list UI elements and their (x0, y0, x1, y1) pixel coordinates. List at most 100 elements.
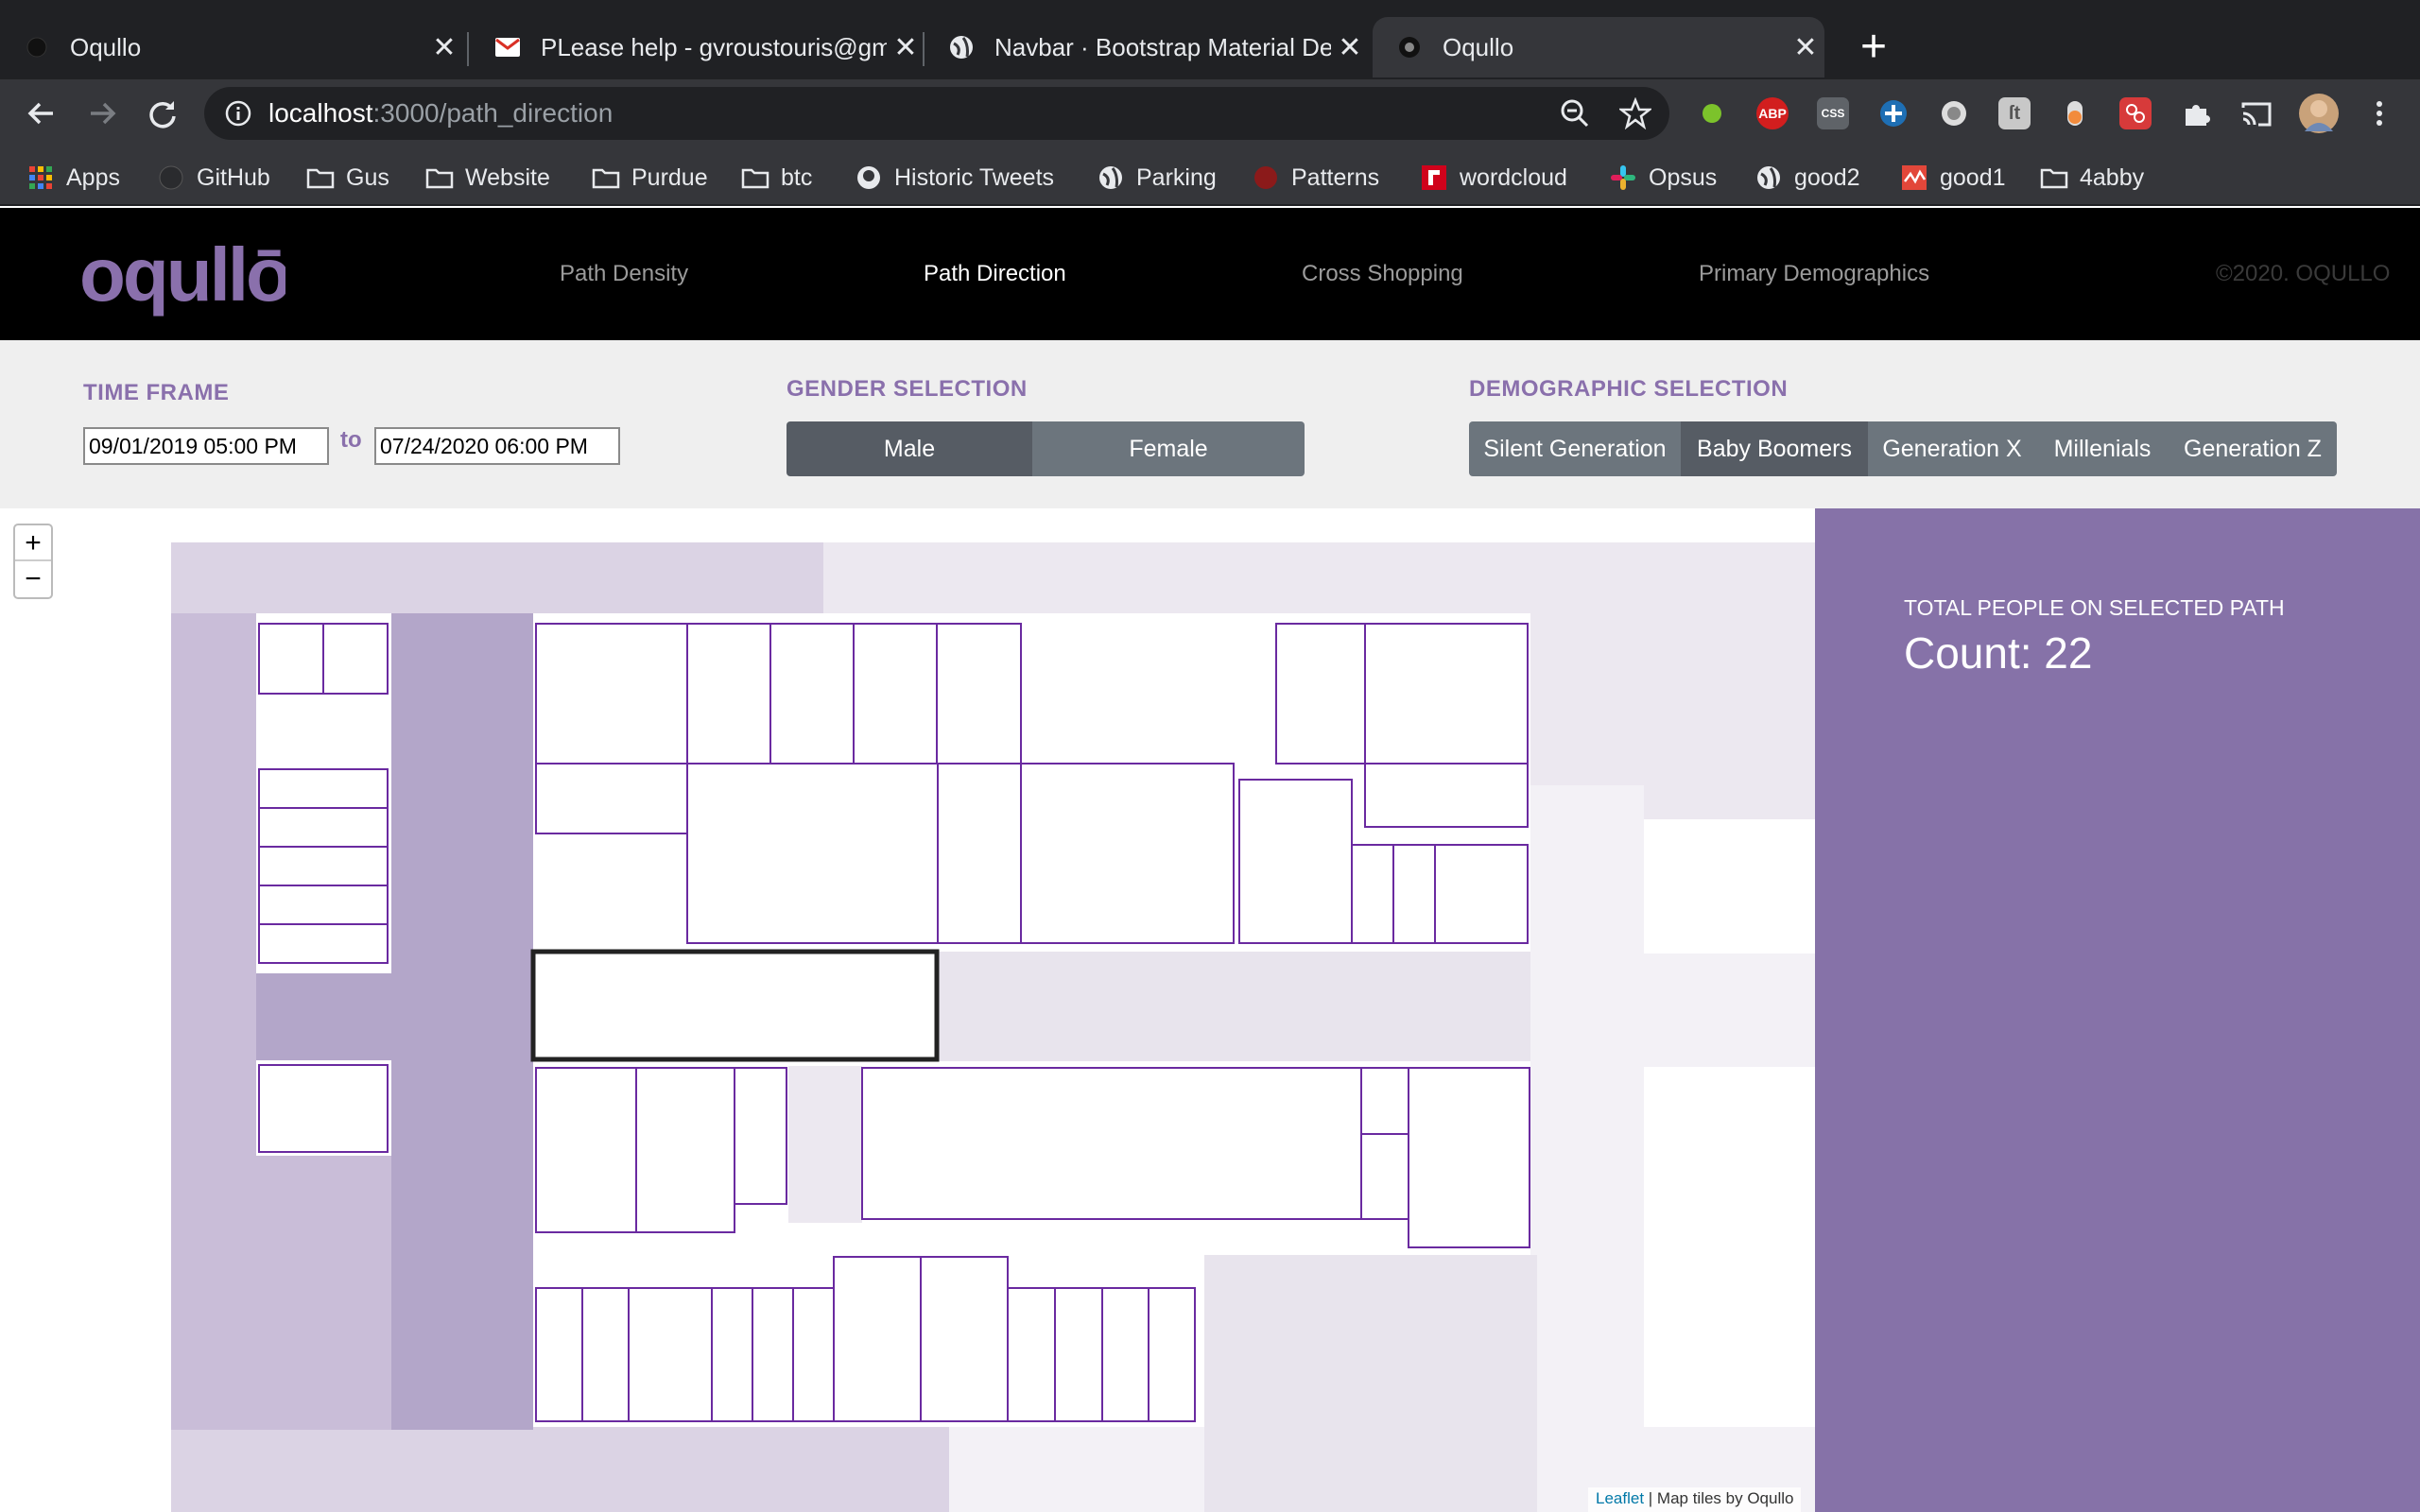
store-unit[interactable] (535, 1287, 583, 1422)
dropbox-icon[interactable] (1877, 97, 1910, 129)
close-tab-icon[interactable]: ✕ (887, 31, 925, 64)
bookmark-github[interactable]: GitHub (157, 159, 270, 197)
back-icon[interactable] (21, 93, 62, 134)
browser-tab[interactable]: Navbar · Bootstrap Material De ✕ (925, 17, 1369, 77)
store-unit[interactable] (792, 1287, 835, 1422)
store-unit[interactable] (258, 885, 389, 925)
store-unit[interactable] (1007, 1287, 1056, 1422)
bookmark-folder-4abby[interactable]: 4abby (2040, 159, 2144, 197)
store-unit[interactable] (258, 923, 389, 964)
bookmark-apps[interactable]: Apps (26, 159, 120, 197)
gender-female-button[interactable]: Female (1032, 421, 1305, 476)
nav-path-density[interactable]: Path Density (560, 261, 688, 287)
store-unit[interactable] (752, 1287, 794, 1422)
store-unit[interactable] (535, 1067, 637, 1233)
store-unit[interactable] (322, 623, 389, 695)
red-app-icon[interactable] (2119, 97, 2152, 129)
store-unit[interactable] (1360, 1067, 1409, 1135)
new-tab-button[interactable]: + (1847, 21, 1900, 74)
bookmark-star-icon[interactable] (1615, 93, 1656, 134)
bookmark-folder-gus[interactable]: Gus (306, 159, 389, 197)
url-text[interactable]: localhost:3000/path_direction (268, 98, 613, 129)
forward-icon[interactable] (81, 93, 123, 134)
nav-cross-shopping[interactable]: Cross Shopping (1302, 261, 1463, 287)
bookmark-folder-btc[interactable]: btc (741, 159, 812, 197)
store-unit[interactable] (734, 1067, 787, 1205)
end-date-input[interactable]: 07/24/2020 06:00 PM (374, 427, 620, 465)
store-unit[interactable] (258, 1064, 389, 1153)
browser-tab[interactable]: PLease help - gvroustouris@gm ✕ (471, 17, 925, 77)
demo-generation-z-button[interactable]: Generation Z (2169, 421, 2337, 476)
leaflet-link[interactable]: Leaflet (1596, 1489, 1644, 1507)
reload-icon[interactable] (142, 93, 183, 134)
store-unit[interactable] (920, 1256, 1009, 1422)
store-unit[interactable] (258, 623, 324, 695)
store-unit[interactable] (1392, 844, 1436, 944)
store-unit[interactable] (1408, 1067, 1530, 1248)
browser-tab-active[interactable]: Oqullo ✕ (1373, 17, 1824, 77)
store-unit[interactable] (1360, 1133, 1409, 1220)
browser-tab[interactable]: Oqullo ✕ (0, 17, 463, 77)
green-dot-icon[interactable] (1696, 97, 1728, 129)
close-tab-icon[interactable]: ✕ (1787, 31, 1824, 64)
gender-male-button[interactable]: Male (786, 421, 1032, 476)
store-unit[interactable] (686, 763, 939, 944)
circle-icon[interactable] (1938, 97, 1970, 129)
store-unit[interactable] (581, 1287, 630, 1422)
store-unit[interactable] (686, 623, 771, 765)
store-unit[interactable] (1351, 844, 1394, 944)
bookmark-good1[interactable]: good1 (1900, 159, 2006, 197)
store-unit[interactable] (1364, 763, 1529, 828)
nav-path-direction[interactable]: Path Direction (924, 261, 1066, 287)
demo-baby-boomers-button[interactable]: Baby Boomers (1681, 421, 1868, 476)
store-unit[interactable] (711, 1287, 753, 1422)
cast-icon[interactable] (2240, 97, 2273, 129)
more-menu-icon[interactable] (2363, 97, 2395, 129)
bookmark-folder-purdue[interactable]: Purdue (592, 159, 708, 197)
store-unit[interactable] (535, 623, 688, 765)
oqullo-logo[interactable]: oqullō (78, 231, 292, 330)
demo-silent-generation-button[interactable]: Silent Generation (1469, 421, 1681, 476)
bookmark-good2[interactable]: good2 (1754, 159, 1860, 197)
store-unit[interactable] (769, 623, 855, 765)
start-date-input[interactable]: 09/01/2019 05:00 PM (83, 427, 329, 465)
store-unit[interactable] (1238, 779, 1353, 944)
close-tab-icon[interactable]: ✕ (425, 31, 463, 64)
demo-generation-x-button[interactable]: Generation X (1868, 421, 2036, 476)
zoom-in-button[interactable]: + (15, 525, 51, 561)
bookmark-folder-website[interactable]: Website (425, 159, 550, 197)
store-unit[interactable] (833, 1256, 922, 1422)
selected-path-segment[interactable] (530, 949, 940, 1062)
font-icon[interactable]: ſt (1998, 97, 2031, 129)
bookmark-historic-tweets[interactable]: Historic Tweets (855, 159, 1054, 197)
store-unit[interactable] (258, 846, 389, 886)
zoom-icon[interactable] (1554, 93, 1596, 134)
profile-avatar-icon[interactable] (2299, 94, 2339, 133)
floor-plan-map[interactable] (0, 508, 1815, 1512)
store-unit[interactable] (258, 807, 389, 848)
store-unit[interactable] (1148, 1287, 1196, 1422)
zoom-out-button[interactable]: − (15, 561, 51, 597)
bookmark-parking[interactable]: Parking (1097, 159, 1217, 197)
demo-millenials-button[interactable]: Millenials (2036, 421, 2169, 476)
store-unit[interactable] (535, 763, 688, 834)
store-unit[interactable] (1364, 623, 1529, 765)
store-unit[interactable] (635, 1067, 735, 1233)
site-info-icon[interactable] (217, 93, 259, 134)
bookmark-opsus[interactable]: Opsus (1609, 159, 1717, 197)
adblock-plus-icon[interactable]: ABP (1756, 97, 1789, 129)
nav-primary-demographics[interactable]: Primary Demographics (1699, 261, 1929, 287)
store-unit[interactable] (258, 768, 389, 809)
css-icon[interactable]: CSS (1817, 97, 1849, 129)
puzzle-icon[interactable] (2180, 97, 2212, 129)
bookmark-patterns[interactable]: Patterns (1252, 159, 1379, 197)
orange-toggle-icon[interactable] (2059, 97, 2091, 129)
store-unit[interactable] (1054, 1287, 1103, 1422)
close-tab-icon[interactable]: ✕ (1331, 31, 1369, 64)
store-unit[interactable] (937, 763, 1022, 944)
store-unit[interactable] (936, 623, 1022, 765)
store-unit[interactable] (1101, 1287, 1150, 1422)
store-unit[interactable] (1020, 763, 1235, 944)
store-unit[interactable] (861, 1067, 1362, 1220)
store-unit[interactable] (853, 623, 938, 765)
